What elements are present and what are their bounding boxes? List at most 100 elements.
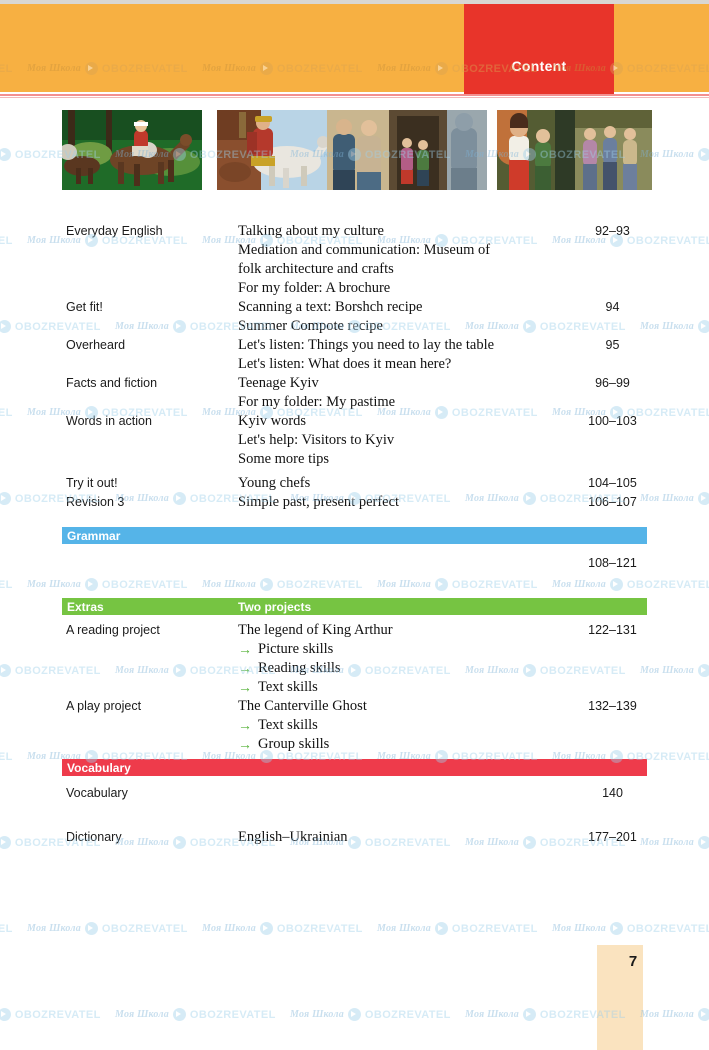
toc-subtopic-line: → Text skills	[238, 678, 578, 697]
toc-row-section: Facts and fiction	[66, 376, 158, 390]
play-circle-icon	[84, 922, 98, 935]
watermark: Моя ШколаOBOZREVATEL	[0, 922, 13, 935]
grammar-bar-label: Grammar	[67, 529, 121, 543]
toc-row-section: A play project	[66, 699, 142, 713]
vocabulary-bar-label: Vocabulary	[67, 761, 131, 775]
grammar-section-bar: Grammar	[62, 527, 647, 544]
toc-row: A reading project The legend of King Art…	[0, 615, 709, 697]
toc-row-topics: Let's listen: Things you need to lay the…	[238, 336, 578, 374]
toc-subtopic-label: Text skills	[258, 679, 318, 695]
toc-row-section: Words in action	[66, 414, 152, 428]
toc-row-pages: 96–99	[595, 376, 630, 390]
toc-topic-line: Scanning a text: Borshch recipe	[238, 299, 423, 315]
play-circle-icon	[172, 1008, 186, 1021]
toc-row-topics: The Canterville Ghost → Text skills → Gr…	[238, 697, 578, 754]
watermark-school-text: Моя Школа	[290, 1009, 344, 1020]
toc-row-section: Overheard	[66, 338, 126, 352]
toc-topic-line: Let's listen: Things you need to lay the…	[238, 337, 495, 353]
watermark: Моя ШколаOBOZREVATEL	[640, 1008, 709, 1021]
play-circle-icon	[609, 922, 623, 935]
play-circle-icon	[347, 1008, 361, 1021]
toc-row-section: Everyday English	[66, 224, 163, 238]
toc-topic-line: Some more tips	[238, 451, 330, 467]
toc-row-topics: Kyiv words Let's help: Visitors to Kyiv …	[238, 412, 578, 469]
illustration-strip	[62, 110, 652, 190]
toc-row-pages: 122–131	[588, 623, 637, 637]
toc-row-topics: Simple past, present perfect	[238, 493, 578, 512]
toc-topic-line: For my folder: A brochure	[238, 280, 391, 296]
toc-topic-line: Let's listen: What does it mean here?	[238, 356, 452, 372]
toc-topic-line: Kyiv words	[238, 413, 307, 429]
play-circle-icon	[0, 1008, 11, 1021]
header-red-rule	[0, 94, 709, 96]
toc-row: Get fit! Scanning a text: Borshch recipe…	[0, 298, 709, 336]
watermark: Моя ШколаOBOZREVATEL	[202, 922, 363, 935]
watermark-brand-text: OBOZREVATEL	[626, 922, 709, 935]
toc-topic-line: Talking about my culture	[238, 223, 384, 239]
toc-row: Facts and fiction Teenage Kyiv For my fo…	[0, 374, 709, 412]
toc-row: Overheard Let's listen: Things you need …	[0, 336, 709, 374]
toc-topic-line: Let's help: Visitors to Kyiv	[238, 432, 395, 448]
watermark: Моя Школа OBOZREVATEL	[552, 922, 709, 935]
toc-topic-line: The Canterville Ghost	[238, 698, 367, 714]
toc-subtopic-line: → Text skills	[238, 716, 578, 735]
watermark-brand-text: OBOZREVATEL	[0, 922, 13, 935]
arrow-bullet-icon: →	[238, 643, 252, 658]
toc-subtopic-line: → Reading skills	[238, 659, 578, 678]
arrow-bullet-icon: →	[238, 681, 252, 696]
watermark-school-text: Моя Школа	[377, 923, 431, 934]
header-orange-band: Content	[0, 4, 709, 94]
watermark-brand-text: OBOZREVATEL	[14, 1008, 101, 1021]
toc-row-section: Try it out!	[66, 476, 118, 490]
arrow-bullet-icon: →	[238, 662, 252, 677]
toc-row-pages: 94	[605, 300, 620, 314]
play-circle-icon	[697, 148, 709, 161]
toc-row-topics: Scanning a text: Borshch recipe Summer C…	[238, 298, 578, 336]
watermark-brand-text: OBOZREVATEL	[101, 922, 188, 935]
toc-topic-line: Simple past, present perfect	[238, 494, 400, 510]
watermark-brand-text: OBOZREVATEL	[364, 1008, 451, 1021]
knight-on-white-horse-thumbnail	[217, 110, 327, 190]
table-of-contents: Everyday English Talking about my cultur…	[0, 222, 709, 854]
watermark-school-text: Моя Школа	[552, 923, 606, 934]
toc-topic-line: folk architecture and crafts	[238, 261, 394, 277]
toc-topic-line: Teenage Kyiv	[238, 375, 319, 391]
toc-topic-line: Young chefs	[238, 475, 311, 491]
toc-topic-line: The legend of King Arthur	[238, 622, 393, 638]
watermark: Моя Школа OBOZREVATEL	[377, 922, 538, 935]
toc-topic-line: For my folder: My pastime	[238, 394, 396, 410]
toc-row: Try it out! Young chefs 104–105	[0, 474, 709, 493]
two-projects-bar-label: Two projects	[238, 600, 312, 614]
watermark-brand-text: OBOZREVATEL	[451, 922, 538, 935]
toc-subtopic-label: Picture skills	[258, 641, 334, 657]
toc-row-topics: Teenage Kyiv For my folder: My pastime	[238, 374, 578, 412]
toc-row: Words in action Kyiv words Let's help: V…	[0, 412, 709, 474]
grammar-pages: 108–121	[588, 556, 637, 570]
textbook-contents-page: Content Everyday English Talking about m…	[0, 0, 709, 1050]
toc-row-section: Vocabulary	[66, 786, 128, 800]
play-circle-icon	[434, 922, 448, 935]
toc-row: Everyday English Talking about my cultur…	[0, 222, 709, 298]
people-at-castle-entrance-thumbnail	[327, 110, 487, 190]
toc-row: Dictionary English–Ukrainian 177–201	[0, 828, 709, 854]
play-circle-icon	[0, 148, 11, 161]
watermark: Моя Школа OBOZREVATEL	[27, 922, 188, 935]
arrow-bullet-icon: →	[238, 719, 252, 734]
toc-row: Vocabulary 140	[0, 776, 709, 828]
toc-row-topics: Young chefs	[238, 474, 578, 493]
horse-riders-forest-thumbnail	[62, 110, 202, 190]
watermark-school-text: Моя Школа	[115, 1009, 169, 1020]
play-circle-icon	[697, 1008, 709, 1021]
toc-row-topics: English–Ukrainian	[238, 828, 578, 847]
toc-row: A play project The Canterville Ghost → T…	[0, 697, 709, 759]
toc-topic-line: English–Ukrainian	[238, 829, 348, 845]
vocabulary-section-bar: Vocabulary	[62, 759, 647, 776]
toc-row: 108–121	[0, 544, 709, 598]
watermark: Моя Школа OBOZREVATEL	[290, 1008, 451, 1021]
header-pink-rule	[0, 97, 709, 98]
toc-subtopic-label: Reading skills	[258, 660, 341, 676]
extras-section-bar: Extras Two projects	[62, 598, 647, 615]
watermark-school-text: Моя Школа	[27, 923, 81, 934]
toc-row-topics: Talking about my culture Mediation and c…	[238, 222, 578, 298]
watermark-school-text: Моя Школа	[202, 923, 256, 934]
